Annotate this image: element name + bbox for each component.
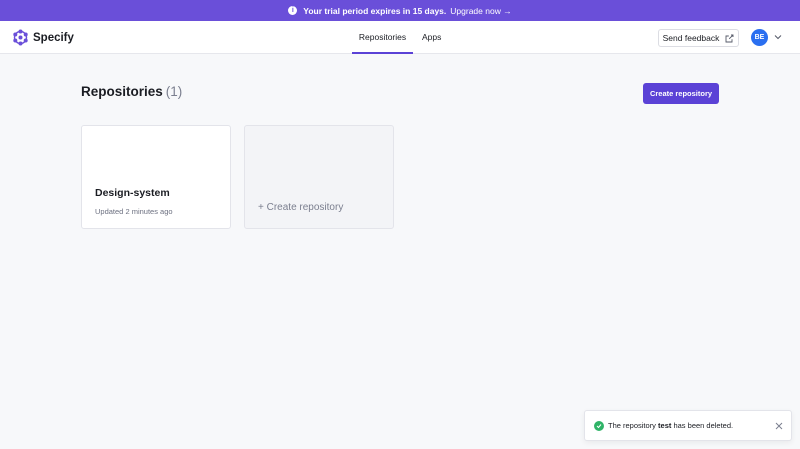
- specify-logo-icon: [13, 29, 28, 46]
- repository-name: Design-system: [95, 187, 170, 199]
- page-title: Repositories (1): [81, 84, 182, 99]
- toast-repo-name: test: [658, 421, 672, 430]
- toast-prefix: The repository: [608, 421, 656, 430]
- toast-notification: The repository test has been deleted.: [584, 410, 792, 441]
- repository-card[interactable]: Design-system Updated 2 minutes ago: [81, 125, 231, 229]
- info-icon: i: [288, 6, 298, 15]
- main-nav: Repositories Apps: [352, 21, 450, 54]
- tab-repositories[interactable]: Repositories: [352, 21, 413, 54]
- create-repository-button[interactable]: Create repository: [643, 83, 719, 104]
- toast-message: The repository test has been deleted.: [608, 421, 733, 430]
- send-feedback-label: Send feedback: [662, 33, 720, 43]
- chevron-down-icon[interactable]: [774, 34, 782, 40]
- create-repository-card-label: + Create repository: [258, 202, 344, 213]
- trial-banner: i Your trial period expires in 15 days. …: [0, 0, 800, 21]
- send-feedback-button[interactable]: Send feedback: [658, 29, 739, 47]
- repository-updated: Updated 2 minutes ago: [95, 207, 173, 216]
- upgrade-link[interactable]: Upgrade now →: [450, 6, 511, 16]
- tab-apps[interactable]: Apps: [413, 21, 450, 54]
- brand-logo[interactable]: Specify: [12, 29, 74, 46]
- external-link-icon: [725, 34, 734, 42]
- trial-message: Your trial period expires in 15 days.: [303, 5, 447, 16]
- success-check-icon: [594, 421, 604, 431]
- toast-suffix: has been deleted.: [673, 421, 734, 430]
- brand-name: Specify: [33, 31, 74, 44]
- user-avatar[interactable]: BE: [751, 29, 768, 46]
- page-title-text: Repositories: [81, 84, 163, 99]
- top-header: Specify Repositories Apps Send feedback …: [0, 21, 800, 54]
- repository-count: (1): [165, 84, 183, 99]
- close-icon[interactable]: [775, 422, 783, 430]
- create-repository-card[interactable]: + Create repository: [244, 125, 394, 229]
